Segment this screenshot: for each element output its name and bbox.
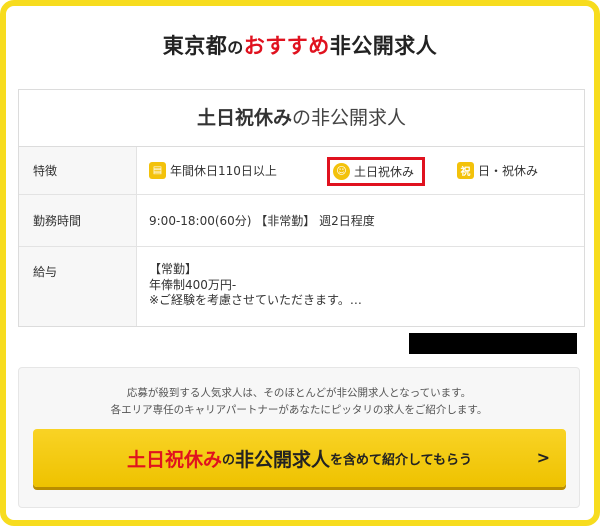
redaction-bar <box>409 333 577 354</box>
job-title: 土日祝休みの非公開求人 <box>19 90 584 147</box>
features-row: 特徴 ▤ 年間休日110日以上 ☺ 土日祝休み 祝 日・祝休み <box>19 147 584 195</box>
job-title-rest: の非公開求人 <box>292 107 407 129</box>
button-text-particle: の <box>222 452 236 468</box>
button-text-rest: を含めて紹介してもらう <box>330 452 472 468</box>
salary-value: 【常勤】 年俸制400万円- ※ご経験を考慮させていただきます。… <box>137 247 584 326</box>
title-region: 東京都 <box>162 34 228 58</box>
salary-line: 【常勤】 <box>149 262 198 276</box>
salary-line: ※ご経験を考慮させていただきます。… <box>149 293 362 307</box>
button-text-highlight: 土日祝休み <box>126 448 222 471</box>
cta-info-line: 応募が殺到する人気求人は、そのほとんどが非公開求人となっています。 <box>126 387 472 399</box>
feature-item-weekends-highlighted: ☺ 土日祝休み <box>327 157 426 186</box>
smile-icon: ☺ <box>333 163 350 180</box>
salary-line: 年俸制400万円- <box>149 277 237 292</box>
feature-label: 年間休日110日以上 <box>170 164 277 178</box>
feature-label: 日・祝休み <box>478 164 539 178</box>
cta-info: 応募が殺到する人気求人は、そのほとんどが非公開求人となっています。 各エリア専任… <box>19 385 579 419</box>
referral-button[interactable]: 土日祝休みの非公開求人 を含めて紹介してもらう > <box>33 429 566 487</box>
job-card: 土日祝休みの非公開求人 特徴 ▤ 年間休日110日以上 ☺ 土日祝休み 祝 日・… <box>18 89 585 327</box>
cta-box: 応募が殺到する人気求人は、そのほとんどが非公開求人となっています。 各エリア専任… <box>18 367 580 508</box>
hours-label: 勤務時間 <box>19 195 137 246</box>
salary-row: 給与 【常勤】 年俸制400万円- ※ご経験を考慮させていただきます。… <box>19 247 584 326</box>
title-particle: の <box>227 38 244 57</box>
feature-label: 土日祝休み <box>354 165 415 179</box>
calendar-icon: ▤ <box>149 162 166 179</box>
feature-item-sunday-holiday: 祝 日・祝休み <box>457 162 538 179</box>
hours-row: 勤務時間 9:00-18:00(60分) 【非常勤】 週2日程度 <box>19 195 584 247</box>
chevron-right-icon: > <box>536 448 550 467</box>
job-title-bold: 土日祝休み <box>196 107 292 129</box>
button-text-bold: 非公開求人 <box>235 448 331 471</box>
cta-info-line: 各エリア専任のキャリアパートナーがあなたにピッタリの求人をご紹介します。 <box>110 404 488 416</box>
features-list: ▤ 年間休日110日以上 ☺ 土日祝休み 祝 日・祝休み <box>137 147 584 194</box>
hours-value: 9:00-18:00(60分) 【非常勤】 週2日程度 <box>149 214 375 228</box>
title-highlight: おすすめ <box>243 34 330 58</box>
features-label: 特徴 <box>19 147 137 194</box>
salary-label: 給与 <box>19 247 137 326</box>
page-title: 東京都のおすすめ非公開求人 <box>0 30 600 60</box>
feature-item-holidays: ▤ 年間休日110日以上 <box>149 162 277 179</box>
holiday-icon: 祝 <box>457 162 474 179</box>
title-suffix: 非公開求人 <box>329 34 438 58</box>
